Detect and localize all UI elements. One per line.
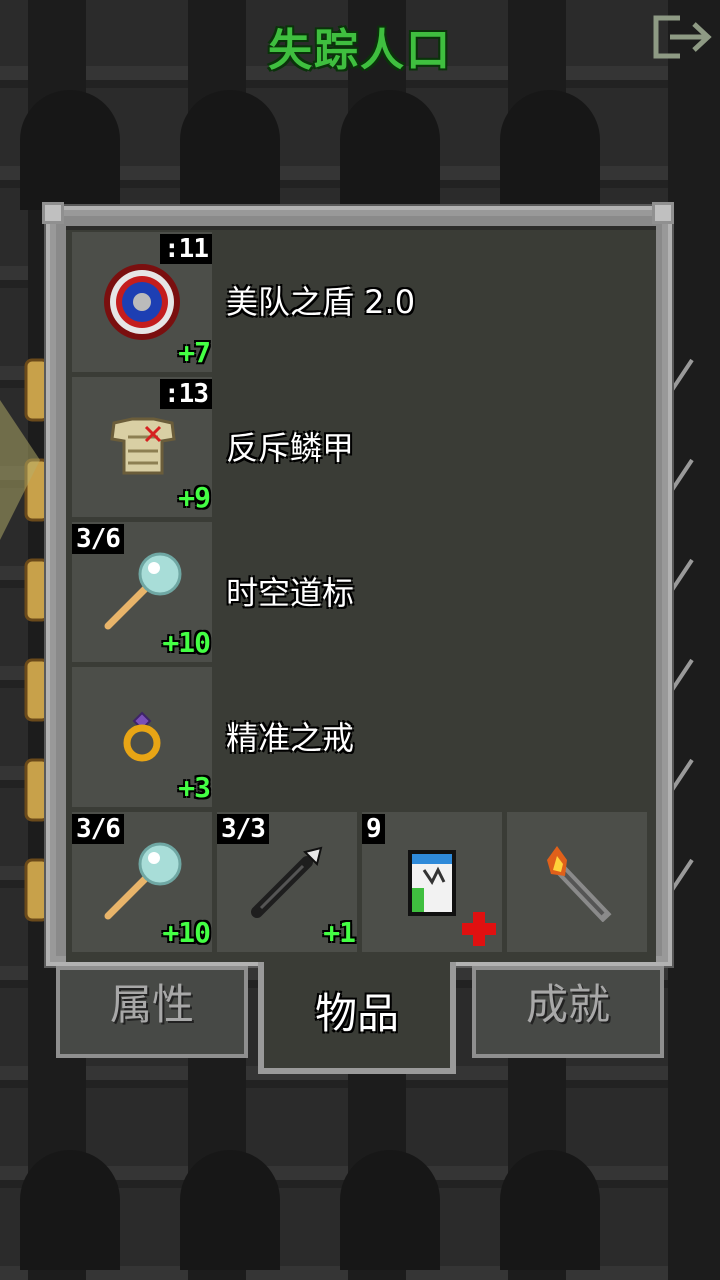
item-charges-badge: 3/6 [72, 814, 124, 844]
background-arch [500, 90, 600, 210]
exit-button[interactable] [650, 12, 714, 62]
window-corner [652, 202, 674, 224]
window-corner [42, 202, 64, 224]
torch-icon [547, 846, 612, 922]
quickslot-wand[interactable]: 3/6 +10 [72, 812, 212, 952]
quickslot-scroll[interactable]: 9 [362, 812, 502, 952]
item-name: 精准之戒 [226, 719, 355, 757]
tab-items[interactable]: 物品 [258, 962, 456, 1074]
item-slot: 3/6 +10 [72, 522, 212, 662]
exit-icon [653, 15, 712, 59]
wand-icon [104, 552, 182, 630]
background-arch [20, 1150, 120, 1270]
item-charges-badge: :13 [160, 379, 212, 409]
background-arch [180, 90, 280, 210]
background-arch [180, 1150, 280, 1270]
item-charges-badge: 3/6 [72, 524, 124, 554]
item-name: 时空道标 [226, 574, 355, 612]
item-charges-badge: 3/3 [217, 814, 269, 844]
item-slot: :11 +7 [72, 232, 212, 372]
item-upgrade-level: +10 [162, 916, 211, 949]
heal-cross-icon [462, 912, 496, 946]
item-upgrade-level: +1 [323, 916, 356, 949]
item-upgrade-level: +9 [178, 481, 211, 514]
background-arch [20, 90, 120, 210]
tab-label: 成就 [525, 980, 610, 1029]
item-slot: +3 [72, 667, 212, 807]
item-upgrade-level: +10 [162, 626, 211, 659]
page-title: 失踪人口 [268, 25, 452, 76]
quickslot-dart[interactable]: 3/3 +1 [217, 812, 357, 952]
dart-icon [251, 846, 323, 918]
shield-icon [104, 264, 180, 340]
left-wall-decor [0, 358, 50, 922]
item-slot: :13 +9 [72, 377, 212, 517]
item-name: 反斥鳞甲 [226, 429, 355, 467]
quickslot-torch[interactable] [507, 812, 647, 952]
background-arch [340, 90, 440, 210]
wand-icon [104, 842, 182, 920]
item-upgrade-level: +7 [178, 336, 211, 369]
scroll-icon [408, 850, 456, 916]
tab-label: 属性 [109, 980, 194, 1029]
tab-label: 物品 [314, 989, 399, 1038]
background-arch [340, 1150, 440, 1270]
background-arch [500, 1150, 600, 1270]
tab-stats[interactable]: 属性 [56, 966, 248, 1058]
tab-achievements[interactable]: 成就 [472, 966, 664, 1058]
item-name: 美队之盾 2.0 [226, 283, 416, 321]
right-wall-decor [670, 358, 694, 892]
ring-icon [123, 711, 161, 762]
item-quantity-badge: 9 [362, 814, 385, 844]
item-upgrade-level: +3 [178, 771, 211, 804]
armor-icon [110, 417, 176, 475]
item-charges-badge: :11 [160, 234, 212, 264]
